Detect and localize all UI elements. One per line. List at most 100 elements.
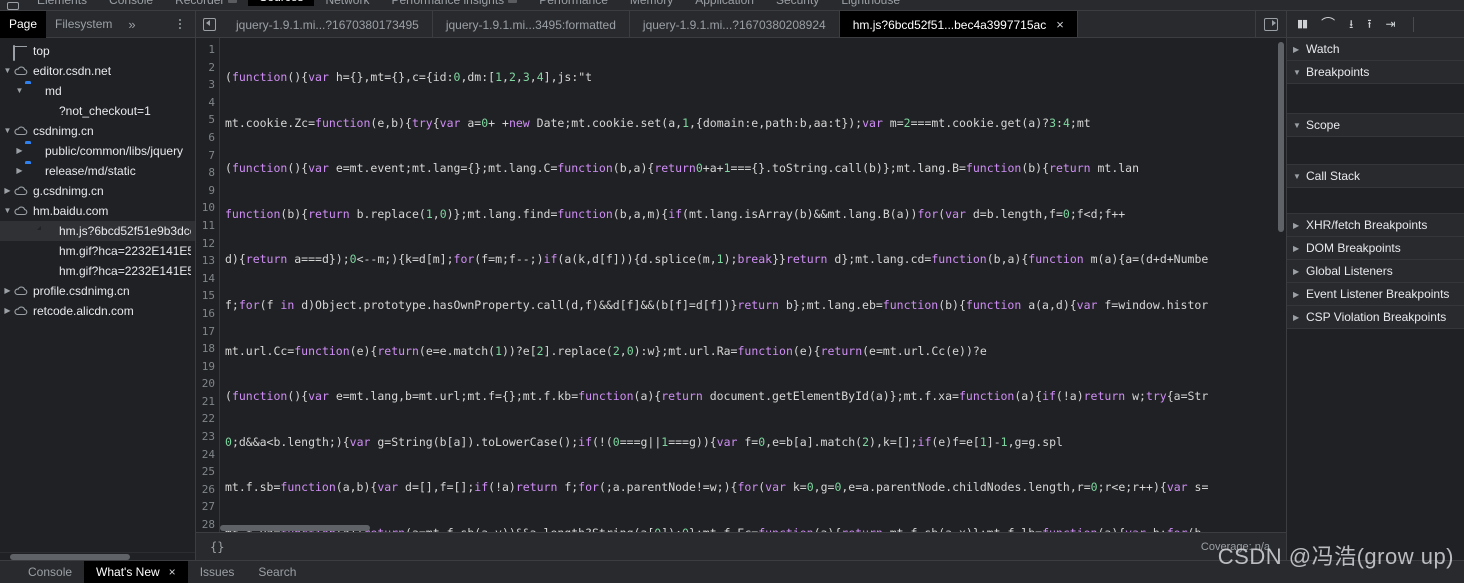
drawer-tab-issues[interactable]: Issues — [188, 561, 247, 583]
tree-row-retcode-alicdn-com[interactable]: ▶ retcode.alicdn.com — [0, 301, 195, 321]
twisty-down-icon[interactable]: ▼ — [2, 201, 13, 221]
main-tab-performance[interactable]: Performance — [528, 0, 619, 6]
tree-row-release-md-static[interactable]: ▶ release/md/static — [0, 161, 195, 181]
code-vertical-scrollbar[interactable] — [1276, 38, 1286, 532]
folder-icon — [25, 83, 41, 99]
tree-label: release/md/static — [45, 164, 136, 178]
code-viewer[interactable]: 1 2 3 4 5 6 7 8 9 10 11 12 13 14 15 16 1 — [196, 38, 1286, 532]
main-tab-network[interactable]: Network — [314, 0, 380, 6]
tree-label: retcode.alicdn.com — [33, 304, 134, 318]
main-tab-lighthouse[interactable]: Lighthouse — [830, 0, 911, 6]
twisty-right-icon[interactable]: ▶ — [2, 181, 13, 201]
tree-row-public-common-libs-jquery[interactable]: ▶ public/common/libs/jquery — [0, 141, 195, 161]
tree-row-profile-csdnimg-cn[interactable]: ▶ profile.csdnimg.cn — [0, 281, 195, 301]
line-number: 2 — [208, 60, 215, 74]
section-csp-violation-breakpoints[interactable]: ▶ CSP Violation Breakpoints — [1287, 306, 1464, 329]
show-debugger-sidebar-button[interactable] — [1256, 11, 1286, 37]
section-event-listener-breakpoints[interactable]: ▶ Event Listener Breakpoints — [1287, 283, 1464, 306]
navigator-tab-page[interactable]: Page — [0, 10, 47, 38]
drawer-tab-search[interactable]: Search — [246, 561, 308, 583]
code-horizontal-scrollbar[interactable] — [220, 523, 1276, 532]
tree-row-top[interactable]: ▶ top — [0, 41, 195, 61]
chevron-down-icon: ▼ — [1293, 120, 1301, 130]
code-line: (function(){var e=mt.event;mt.lang={};mt… — [225, 161, 1140, 176]
drawer-tab-console[interactable]: Console — [16, 561, 84, 583]
section-breakpoints[interactable]: ▼ Breakpoints — [1287, 61, 1464, 84]
chevron-right-icon: ▶ — [1293, 312, 1300, 322]
step-over-icon[interactable]: ⌒ — [1321, 17, 1335, 31]
main-tab-elements[interactable]: Elements — [26, 0, 98, 6]
main-tab-memory[interactable]: Memory — [619, 0, 684, 6]
navigator-horizontal-scrollbar[interactable] — [0, 552, 195, 560]
section-scope[interactable]: ▼ Scope — [1287, 114, 1464, 137]
navigator-tabbar: Page Filesystem » — [0, 10, 195, 38]
pretty-print-button[interactable]: {} — [202, 540, 232, 554]
code-content[interactable]: (function(){var h={},mt={},c={id:0,dm:[1… — [220, 38, 1286, 532]
editor-tab-jquery-1[interactable]: jquery-1.9.1.mi...?1670380173495 — [223, 11, 433, 37]
twisty-down-icon[interactable]: ▼ — [14, 81, 25, 101]
cloud-icon — [13, 303, 29, 319]
tree-label: ?not_checkout=1 — [59, 104, 151, 118]
tree-row-not-checkout[interactable]: ▶ ?not_checkout=1 — [0, 101, 195, 121]
line-number-gutter: 1 2 3 4 5 6 7 8 9 10 11 12 13 14 15 16 1 — [196, 38, 220, 532]
twisty-right-icon[interactable]: ▶ — [14, 161, 25, 181]
step-into-icon[interactable]: ⭳ — [1349, 18, 1353, 30]
show-navigator-button[interactable] — [196, 11, 223, 37]
line-number: 16 — [201, 306, 215, 320]
main-tab-performance-insights[interactable]: Performance insights — [380, 0, 528, 6]
chevron-right-icon: ▶ — [1293, 220, 1300, 230]
line-number: 19 — [201, 359, 215, 373]
line-number: 7 — [208, 148, 215, 162]
twisty-down-icon[interactable]: ▼ — [2, 121, 13, 141]
main-tab-recorder[interactable]: Recorder — [164, 0, 248, 6]
line-number: 1 — [208, 43, 215, 56]
section-watch[interactable]: ▶ Watch — [1287, 38, 1464, 61]
tree-row-hm-baidu-com[interactable]: ▼ hm.baidu.com — [0, 201, 195, 221]
tree-row-g-csdnimg-cn[interactable]: ▶ g.csdnimg.cn — [0, 181, 195, 201]
twisty-right-icon[interactable]: ▶ — [14, 141, 25, 161]
tree-row-editor-csdn-net[interactable]: ▼ editor.csdn.net — [0, 61, 195, 81]
section-dom-breakpoints[interactable]: ▶ DOM Breakpoints — [1287, 237, 1464, 260]
main-tab-sources[interactable]: Sources — [248, 0, 315, 6]
editor-tab-jquery-2[interactable]: jquery-1.9.1.mi...?1670380208924 — [630, 11, 840, 37]
main-tab-security[interactable]: Security — [765, 0, 830, 6]
tree-row-hm-gif-2[interactable]: ▶ hm.gif?hca=2232E141E5C — [0, 261, 195, 281]
tree-row-md[interactable]: ▼ md — [0, 81, 195, 101]
navigator-more-tabs-button[interactable]: » — [121, 11, 142, 38]
drawer-tab-whats-new[interactable]: What's New × — [84, 561, 188, 583]
tree-row-hm-gif-1[interactable]: ▶ hm.gif?hca=2232E141E5C — [0, 241, 195, 261]
line-number: 15 — [201, 289, 215, 303]
devtools-main-tabbar: Elements Console Recorder Sources Networ… — [0, 0, 1464, 11]
step-out-icon[interactable]: ⭱ — [1367, 18, 1371, 30]
navigator-tab-filesystem[interactable]: Filesystem — [46, 11, 121, 38]
chevron-down-icon: ▼ — [1293, 67, 1301, 77]
editor-tab-jquery-formatted[interactable]: jquery-1.9.1.mi...3495:formatted — [433, 11, 630, 37]
close-icon[interactable]: × — [169, 565, 176, 579]
tree-row-csdnimg-cn[interactable]: ▼ csdnimg.cn — [0, 121, 195, 141]
debugger-sidebar: ▮▮ ⌒ ⭳ ⭱ ⇥ ▶ Watch ▼ Breakpoints ▼ Scope — [1286, 11, 1464, 560]
chevron-down-icon: ▼ — [1293, 171, 1301, 181]
twisty-right-icon[interactable]: ▶ — [2, 281, 13, 301]
main-tab-application[interactable]: Application — [684, 0, 765, 6]
section-call-stack[interactable]: ▼ Call Stack — [1287, 165, 1464, 188]
editor-tab-hm-js[interactable]: hm.js?6bcd52f51...bec4a3997715ac × — [839, 11, 1078, 37]
tree-label: hm.gif?hca=2232E141E5C — [59, 244, 191, 258]
file-tree: ▶ top ▼ editor.csdn.net ▼ md — [0, 38, 195, 552]
tree-row-hm-js[interactable]: ▶ hm.js?6bcd52f51e9b3dce — [0, 221, 195, 241]
twisty-right-icon[interactable]: ▶ — [2, 301, 13, 321]
twisty-down-icon[interactable]: ▼ — [2, 61, 13, 81]
step-icon[interactable]: ⇥ — [1386, 18, 1396, 30]
inspect-icon[interactable] — [0, 2, 26, 10]
code-line: mt.f.sb=function(a,b){var d=[],f=[];if(!… — [225, 480, 1209, 495]
main-tab-console[interactable]: Console — [98, 0, 164, 6]
drawer-tabbar: Console What's New × Issues Search — [0, 560, 1464, 583]
navigator-menu-icon[interactable] — [173, 15, 187, 33]
section-global-listeners[interactable]: ▶ Global Listeners — [1287, 260, 1464, 283]
pause-resume-icon[interactable]: ▮▮ — [1297, 18, 1308, 30]
line-number: 17 — [201, 324, 215, 338]
section-xhr-fetch-breakpoints[interactable]: ▶ XHR/fetch Breakpoints — [1287, 214, 1464, 237]
drawer-tab-label: What's New — [96, 565, 160, 579]
line-number: 25 — [201, 465, 215, 479]
close-icon[interactable]: × — [1056, 18, 1064, 31]
frame-icon — [13, 43, 29, 61]
